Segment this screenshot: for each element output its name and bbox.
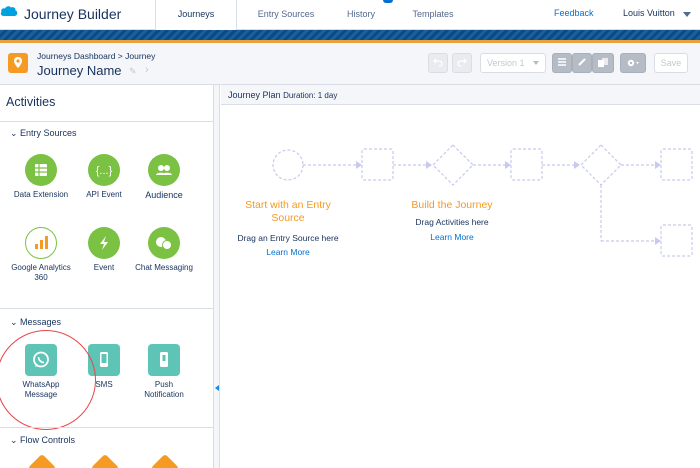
chevron-down-icon[interactable]	[683, 12, 691, 17]
section-label: Messages	[20, 317, 62, 327]
undo-icon	[433, 58, 443, 67]
journey-plan-label: Journey Plan Duration: 1 day	[228, 90, 337, 100]
activity-data-extension[interactable]: Data Extension	[11, 154, 71, 200]
user-menu[interactable]: Louis Vuitton	[623, 0, 675, 28]
feedback-link[interactable]: Feedback	[554, 0, 594, 28]
activity-api-event[interactable]: {...} API Event	[74, 154, 134, 200]
activity-label: Data Extension	[13, 190, 69, 199]
sidebar-collapse-handle[interactable]	[214, 85, 220, 468]
cloud-logo-icon	[0, 6, 18, 16]
chat-bubbles-icon	[148, 227, 180, 259]
main-tabs: Journeys Entry Sources History Templates	[155, 0, 479, 30]
activity-label: Push Notification	[144, 380, 184, 399]
activity-label: Chat Messaging	[135, 263, 193, 272]
app-title: Journey Builder	[24, 6, 122, 22]
settings-list-button[interactable]	[552, 53, 572, 73]
activity-placeholder	[660, 148, 693, 181]
divider	[0, 427, 214, 428]
collapse-left-icon[interactable]	[215, 385, 219, 391]
save-button[interactable]: Save	[654, 53, 688, 73]
edit-button[interactable]	[572, 53, 592, 73]
activity-label: API Event	[86, 190, 122, 199]
chevron-down-icon: ⌄	[10, 435, 18, 445]
activity-label: Google Analytics 360	[11, 263, 71, 282]
activity-chat-messaging[interactable]: Chat Messaging	[134, 227, 194, 273]
activity-push-notification[interactable]: Push Notification	[134, 344, 194, 400]
gear-menu-button[interactable]	[620, 53, 646, 73]
tab-templates[interactable]: Templates	[387, 0, 479, 30]
activities-title: Activities	[6, 95, 56, 109]
decision-placeholder	[580, 144, 622, 186]
plan-title: Journey Plan	[228, 90, 281, 100]
activity-google-analytics[interactable]: Google Analytics 360	[11, 227, 71, 283]
activity-label: Event	[93, 263, 115, 272]
svg-text:{...}: {...}	[96, 165, 113, 177]
version-select[interactable]: Version 1	[480, 53, 546, 73]
build-journey-text: Drag Activities here	[415, 217, 489, 227]
push-notification-icon	[148, 344, 180, 376]
breadcrumb[interactable]: Journeys Dashboard > Journey	[37, 51, 155, 61]
gear-icon	[627, 59, 639, 67]
section-entry-sources[interactable]: ⌄ Entry Sources	[10, 128, 77, 139]
build-journey-title: Build the Journey	[411, 199, 493, 211]
activity-placeholder	[510, 148, 543, 181]
entry-placeholder	[272, 149, 304, 181]
activity-placeholder	[660, 224, 693, 257]
redo-icon	[457, 58, 467, 67]
entry-learn-more-link[interactable]: Learn More	[248, 247, 328, 257]
section-messages[interactable]: ⌄ Messages	[10, 317, 61, 328]
chevron-down-icon: ⌄	[10, 317, 18, 327]
journey-name[interactable]: Journey Name	[37, 63, 122, 78]
journey-map-icon	[8, 53, 28, 73]
chevron-down-icon	[533, 61, 539, 65]
tab-journeys[interactable]: Journeys	[155, 0, 237, 30]
chevron-right-icon[interactable]: ›	[145, 64, 149, 76]
activity-label: Audience	[145, 190, 183, 200]
build-learn-more-link[interactable]: Learn More	[412, 232, 492, 242]
tab-history[interactable]: History	[335, 0, 387, 30]
section-flow-controls[interactable]: ⌄ Flow Controls	[10, 435, 75, 446]
version-label: Version 1	[487, 58, 525, 68]
pencil-icon[interactable]: ✎	[129, 66, 137, 77]
divider	[0, 308, 214, 309]
divider	[0, 121, 214, 122]
people-icon	[148, 154, 180, 186]
entry-source-title: Start with an Entry Source	[245, 199, 331, 224]
decision-placeholder	[432, 144, 474, 186]
analytics-bars-icon	[25, 227, 57, 259]
undo-button[interactable]	[428, 53, 448, 73]
section-label: Flow Controls	[20, 435, 76, 445]
activity-event[interactable]: Event	[74, 227, 134, 273]
list-icon	[558, 58, 566, 66]
top-navigation: Journey Builder Journeys Entry Sources H…	[0, 0, 700, 30]
activity-audience[interactable]: Audience	[134, 154, 194, 200]
lightning-icon	[88, 227, 120, 259]
section-label: Entry Sources	[20, 128, 77, 138]
copy-icon	[598, 58, 608, 67]
notification-indicator	[383, 0, 393, 3]
pencil-icon	[578, 58, 586, 66]
copy-button[interactable]	[592, 53, 614, 73]
duration-label: Duration: 1 day	[283, 91, 338, 100]
table-icon	[25, 154, 57, 186]
highlight-annotation	[0, 330, 96, 430]
redo-button[interactable]	[452, 53, 472, 73]
chevron-down-icon: ⌄	[10, 128, 18, 138]
activity-placeholder	[361, 148, 394, 181]
api-braces-icon: {...}	[88, 154, 120, 186]
tab-entry-sources[interactable]: Entry Sources	[237, 0, 335, 30]
entry-source-text: Drag an Entry Source here	[237, 233, 339, 243]
